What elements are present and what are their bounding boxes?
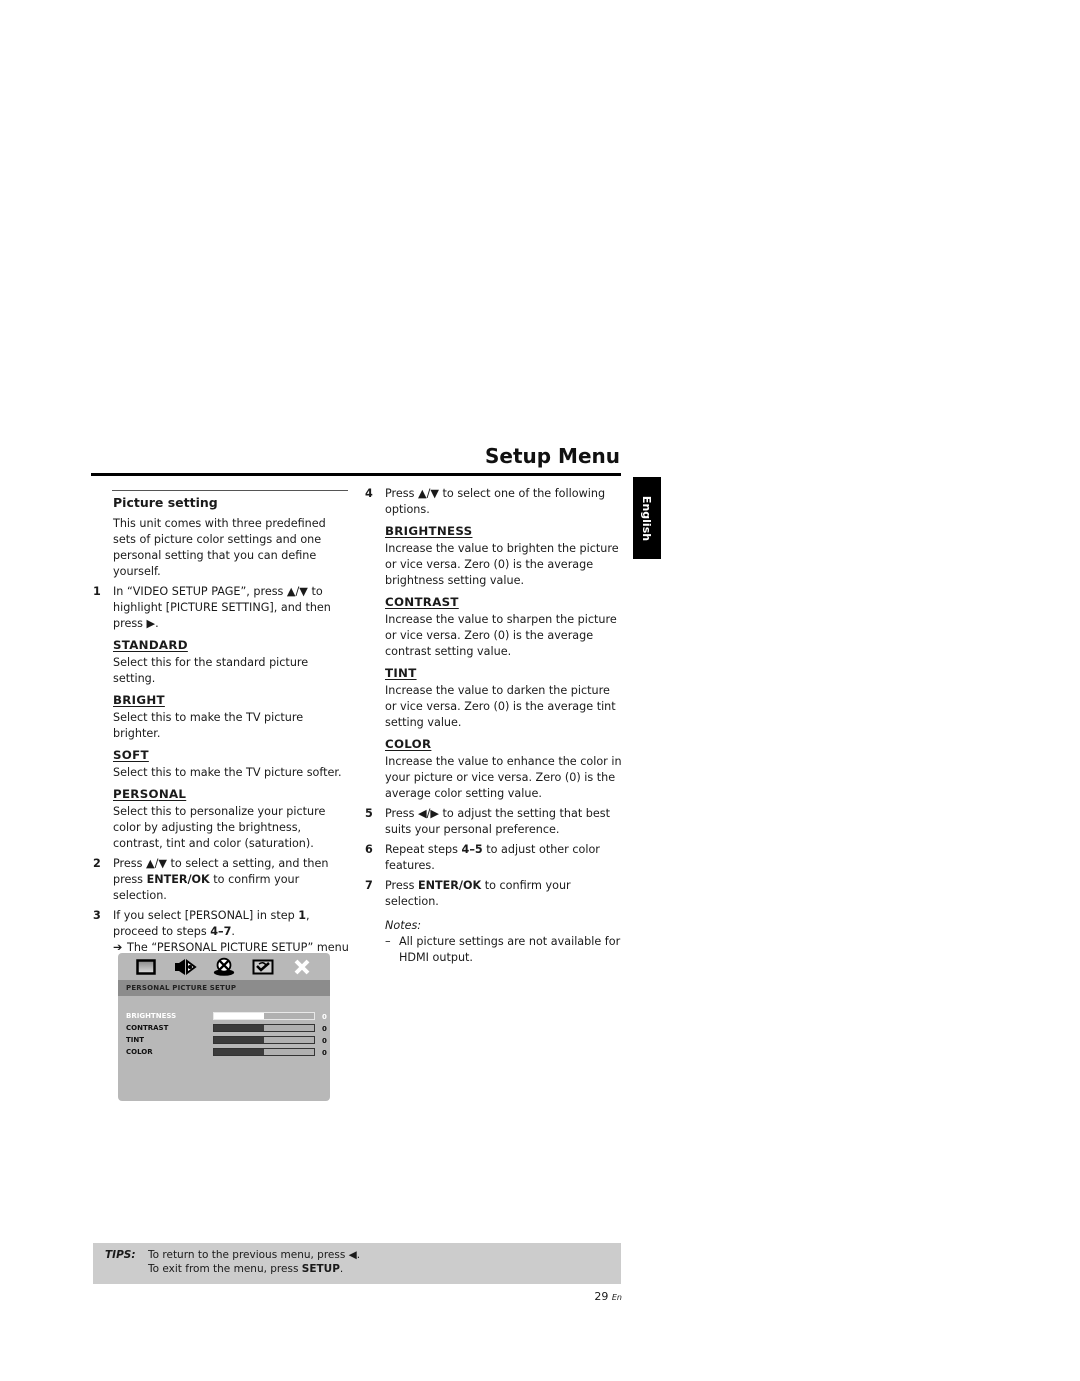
option-heading-color: COLOR: [385, 737, 432, 751]
language-tab-label: English: [640, 495, 654, 541]
osd-value: 0: [322, 1037, 327, 1045]
osd-slider[interactable]: [213, 1036, 315, 1044]
step-2: 2 Press ▲/▼ to select a setting, and the…: [93, 856, 351, 904]
option-text-personal: Select this to personalize your picture …: [113, 805, 326, 850]
option-text-tint: Increase the value to darken the picture…: [385, 684, 616, 729]
option-heading-tint: TINT: [385, 666, 417, 680]
personal-picture-setup-menu: PERSONAL PICTURE SETUP BRIGHTNESS 0 CONT…: [118, 953, 330, 1101]
note-dash: –: [385, 935, 391, 948]
osd-row-contrast[interactable]: CONTRAST 0: [126, 1022, 330, 1034]
option-text-standard: Select this for the standard picture set…: [113, 656, 309, 685]
language-tab: English: [633, 477, 661, 559]
osd-value: 0: [322, 1013, 327, 1021]
section-title: Picture setting: [113, 495, 218, 510]
option-heading-bright: BRIGHT: [113, 693, 165, 707]
osd-label: CONTRAST: [126, 1024, 169, 1032]
osd-slider[interactable]: [213, 1048, 315, 1056]
page-number: 29 En: [594, 1290, 622, 1303]
option-text-brightness: Increase the value to brighten the pictu…: [385, 542, 619, 587]
step-number: 6: [365, 843, 373, 856]
left-column: Picture setting This unit comes with thr…: [93, 490, 351, 972]
intro-paragraph: This unit comes with three predefined se…: [113, 517, 326, 578]
step-text: Repeat steps 4–5 to adjust other color f…: [385, 842, 623, 874]
tips-label: TIPS:: [105, 1249, 136, 1261]
step-text-part: Repeat steps: [385, 843, 462, 856]
step-number: 2: [93, 857, 101, 870]
tip-text-part: .: [339, 1263, 344, 1275]
page-number-value: 29: [594, 1290, 609, 1303]
tip-line-2: To exit from the menu, press SETUP.: [148, 1262, 360, 1276]
option-heading-brightness: BRIGHTNESS: [385, 524, 473, 538]
osd-header: PERSONAL PICTURE SETUP: [118, 980, 330, 996]
step-1: 1 In “VIDEO SETUP PAGE”, press ▲/▼ to hi…: [93, 584, 351, 852]
option-heading-contrast: CONTRAST: [385, 595, 459, 609]
button-name-enter-ok: ENTER/OK: [418, 879, 482, 892]
notes-label: Notes:: [385, 919, 422, 932]
osd-slider-fill: [214, 1013, 264, 1019]
osd-icon-bar: [118, 953, 330, 980]
osd-value: 0: [322, 1049, 327, 1057]
button-name-enter-ok: ENTER/OK: [146, 873, 210, 886]
osd-slider-fill: [214, 1025, 264, 1031]
option-text-bright: Select this to make the TV picture brigh…: [113, 711, 304, 740]
osd-slider-fill: [214, 1049, 264, 1055]
step-text: In “VIDEO SETUP PAGE”, press ▲/▼ to high…: [113, 585, 331, 630]
note-item: – All picture settings are not available…: [385, 934, 623, 966]
step-number: 7: [365, 879, 373, 892]
step-text-part: Press: [385, 879, 418, 892]
option-text-soft: Select this to make the TV picture softe…: [113, 766, 342, 779]
notes: Notes: – All picture settings are not av…: [385, 918, 623, 966]
step-text: Press ENTER/OK to confirm your selection…: [385, 878, 623, 910]
title-rule: [91, 473, 621, 476]
step-number: 1: [93, 585, 101, 598]
osd-label: BRIGHTNESS: [126, 1012, 177, 1020]
step-number: 3: [93, 909, 101, 922]
preference-checkmark-icon[interactable]: [251, 957, 275, 977]
speaker-audio-icon[interactable]: [173, 957, 197, 977]
step-text: Press ◀/▶ to adjust the setting that bes…: [385, 807, 610, 836]
option-heading-personal: PERSONAL: [113, 787, 187, 801]
osd-row-tint[interactable]: TINT 0: [126, 1034, 330, 1046]
option-heading-standard: STANDARD: [113, 638, 188, 652]
step-ref: 4–5: [461, 843, 483, 856]
tips-box: TIPS: To return to the previous menu, pr…: [93, 1243, 621, 1284]
step-text: If you select [PERSONAL] in step 1, proc…: [113, 908, 351, 940]
note-text: All picture settings are not available f…: [399, 935, 621, 964]
page-lang-suffix: En: [611, 1293, 622, 1302]
osd-value: 0: [322, 1025, 327, 1033]
tips-lines: To return to the previous menu, press ◀.…: [148, 1248, 360, 1276]
option-text-color: Increase the value to enhance the color …: [385, 755, 622, 800]
osd-slider[interactable]: [213, 1024, 315, 1032]
step-4: 4 Press ▲/▼ to select one of the followi…: [365, 486, 623, 802]
tip-text-part: To exit from the menu, press: [148, 1263, 302, 1275]
osd-row-brightness[interactable]: BRIGHTNESS 0: [126, 1010, 330, 1022]
step-7: 7 Press ENTER/OK to confirm your selecti…: [365, 878, 623, 910]
step-ref: 4–7: [210, 925, 232, 938]
close-icon[interactable]: [290, 957, 314, 977]
step-text: Press ▲/▼ to select one of the following…: [385, 487, 606, 516]
button-name-setup: SETUP: [301, 1263, 340, 1275]
step-text: Press ▲/▼ to select a setting, and then …: [113, 856, 351, 904]
osd-row-color[interactable]: COLOR 0: [126, 1046, 330, 1058]
page-title: Setup Menu: [485, 444, 620, 468]
right-column: 4 Press ▲/▼ to select one of the followi…: [365, 486, 623, 966]
tv-screen-icon[interactable]: [134, 957, 158, 977]
step-ref: 1: [298, 909, 307, 922]
step-number: 5: [365, 807, 373, 820]
osd-label: TINT: [126, 1036, 145, 1044]
osd-slider-fill: [214, 1037, 264, 1043]
step-number: 4: [365, 487, 373, 500]
option-heading-soft: SOFT: [113, 748, 149, 762]
step-text-part: .: [231, 925, 235, 938]
osd-label: COLOR: [126, 1048, 153, 1056]
osd-rows: BRIGHTNESS 0 CONTRAST 0 TINT 0 COLOR 0: [118, 996, 330, 1058]
step-5: 5 Press ◀/▶ to adjust the setting that b…: [365, 806, 623, 838]
tip-line-1: To return to the previous menu, press ◀.: [148, 1249, 361, 1261]
option-text-contrast: Increase the value to sharpen the pictur…: [385, 613, 617, 658]
disc-icon[interactable]: [212, 957, 236, 977]
step-text-part: If you select [PERSONAL] in step: [113, 909, 299, 922]
step-6: 6 Repeat steps 4–5 to adjust other color…: [365, 842, 623, 874]
osd-slider[interactable]: [213, 1012, 315, 1020]
